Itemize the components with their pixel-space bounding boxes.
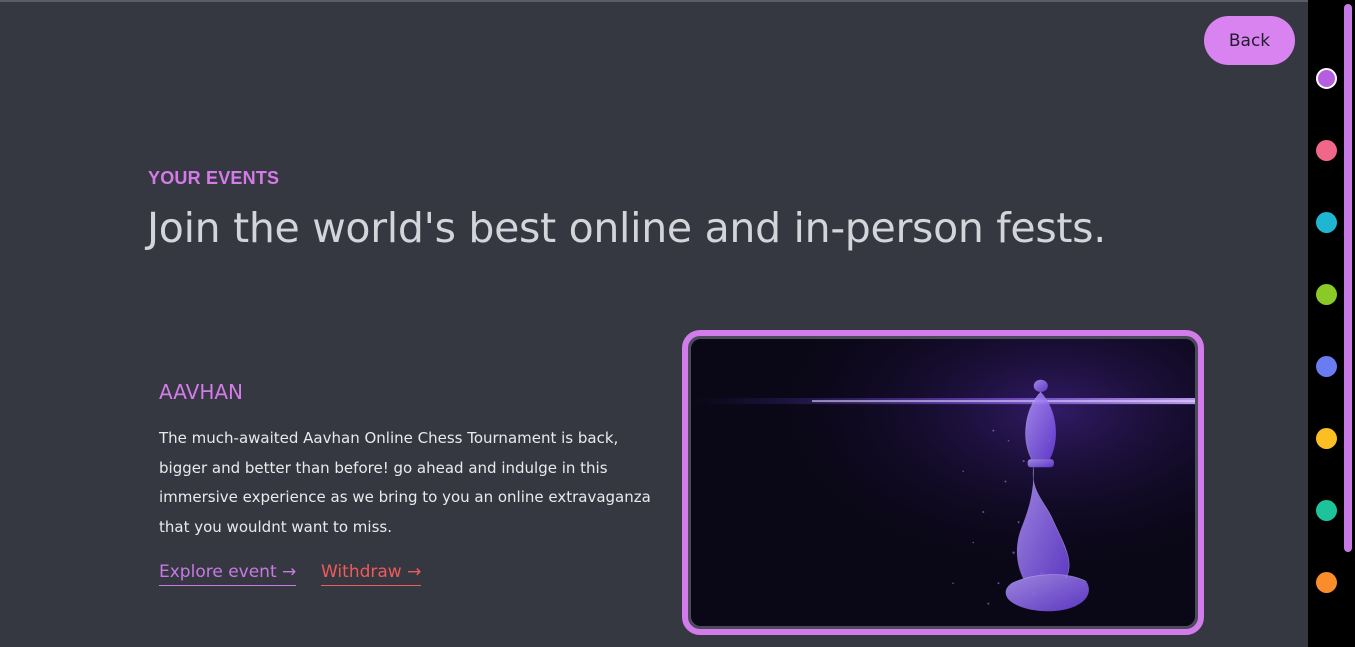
event-description: The much-awaited Aavhan Online Chess Tou…: [159, 429, 651, 537]
theme-swatch-green[interactable]: [1316, 500, 1337, 521]
event-image-frame: [682, 330, 1204, 635]
scrollbar[interactable]: [1344, 4, 1352, 552]
back-button[interactable]: Back: [1204, 16, 1295, 65]
theme-swatch-yellow[interactable]: [1316, 428, 1337, 449]
section-eyebrow: YOUR EVENTS: [148, 168, 280, 188]
theme-swatch-pink[interactable]: [1316, 140, 1337, 161]
event-image: [691, 339, 1195, 626]
theme-swatch-blue[interactable]: [1316, 356, 1337, 377]
top-border: [0, 0, 1308, 2]
theme-swatch-lime[interactable]: [1316, 284, 1337, 305]
page-headline: Join the world's best online and in-pers…: [147, 204, 1106, 252]
theme-swatch-purple[interactable]: [1316, 68, 1337, 89]
theme-swatch-orange[interactable]: [1316, 572, 1337, 593]
theme-swatch-cyan[interactable]: [1316, 212, 1337, 233]
withdraw-link[interactable]: Withdraw →: [321, 562, 422, 586]
chess-bishop-illustration: [691, 339, 1195, 626]
event-title: AAVHAN: [159, 380, 244, 404]
explore-event-link[interactable]: Explore event →: [159, 562, 297, 586]
